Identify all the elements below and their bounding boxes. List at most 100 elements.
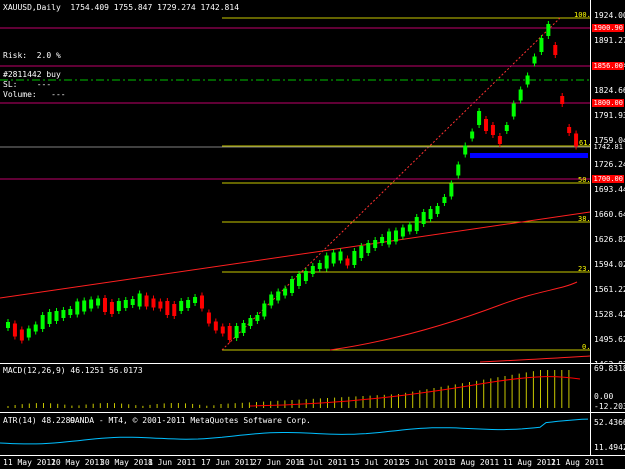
price-tick: 1528.42 [594, 309, 625, 319]
candle-body [206, 312, 211, 324]
candle-body [497, 136, 502, 144]
candle-body [525, 75, 530, 85]
candle-body [532, 56, 537, 64]
candle-body [193, 297, 198, 303]
candle-body [373, 240, 378, 248]
candle-body [12, 323, 17, 337]
volume-label: Volume: --- [3, 90, 66, 99]
candle-body [130, 299, 135, 305]
date-tick: 3 Aug 2011 [451, 458, 500, 467]
candle-body [574, 133, 579, 147]
candle-body [477, 111, 482, 125]
candle-body [511, 103, 516, 117]
candle-body [324, 255, 329, 269]
candle-body [484, 119, 489, 131]
candle-body [144, 295, 149, 307]
candle-body [546, 24, 551, 36]
macd-axis-neg: -12.2038 [594, 402, 625, 411]
support-zone [470, 153, 588, 158]
date-tick: 30 May 2011 [100, 458, 153, 467]
price-tag-current: 1742.81 [592, 143, 624, 151]
date-tick: 25 Jul 2011 [400, 458, 453, 467]
price-tick: 1791.93 [594, 110, 625, 120]
candle-body [539, 38, 544, 52]
candle-body [269, 294, 274, 306]
candle-body [414, 217, 419, 231]
candle-body [33, 324, 38, 332]
risk-label: Risk: 2.0 % [3, 51, 61, 60]
mt4-chart-window: XAUUSD,Daily 1754.409 1755.847 1729.274 … [0, 0, 625, 469]
price-tick: 1495.62 [594, 334, 625, 344]
price-pane[interactable]: XAUUSD,Daily 1754.409 1755.847 1729.274 … [0, 0, 596, 363]
candle-body [359, 246, 364, 258]
candle-body [172, 304, 177, 316]
price-axis[interactable]: 1924.001891.271858.541824.661791.931759.… [590, 0, 625, 369]
candle-body [296, 274, 301, 286]
candle-body [435, 206, 440, 214]
candle-body [89, 299, 94, 309]
candle-body [456, 164, 461, 176]
price-tick: 1693.44 [594, 185, 625, 195]
candle-body [158, 301, 163, 309]
candle-body [47, 312, 52, 324]
chart-header: XAUUSD,Daily 1754.409 1755.847 1729.274 … [3, 3, 240, 12]
candle-body [553, 45, 558, 55]
candle-body [109, 302, 114, 314]
candle-body [227, 326, 232, 340]
candle-body [151, 298, 156, 308]
date-tick: 27 Jun 2011 [252, 458, 305, 467]
sl-label: SL: --- [3, 80, 52, 89]
macd-axis: 69.8318 0.00 -12.2038 [590, 364, 625, 412]
candle-body [366, 243, 371, 253]
atr-axis: 52.4366 11.4942 [590, 413, 625, 455]
candle-body [407, 224, 412, 232]
price-tick: 1561.22 [594, 284, 625, 294]
atr-pane[interactable]: ATR(14) 48.2289 OANDA - MT4, © 2001-2011… [0, 413, 590, 455]
candle-body [421, 212, 426, 224]
date-tick: 17 Jun 2011 [201, 458, 254, 467]
candle-body [449, 183, 454, 197]
price-tick: 1726.24 [594, 160, 625, 170]
candle-body [179, 301, 184, 311]
candle-body [96, 298, 101, 306]
moving-average-long [479, 355, 590, 363]
candle-body [255, 315, 260, 321]
candle-body [248, 318, 253, 326]
price-tick: 1626.82 [594, 235, 625, 245]
date-axis[interactable]: 11 May 2011 20 May 2011 30 May 2011 8 Jun 2… [0, 455, 625, 469]
candle-body [82, 300, 87, 312]
candle-body [234, 326, 239, 338]
atr-header: ATR(14) 48.2289 [3, 416, 76, 425]
date-tick: 15 Jul 2011 [350, 458, 403, 467]
price-tick: 1824.66 [594, 85, 625, 95]
candle-body [75, 301, 80, 315]
trendline [0, 211, 590, 299]
price-tag-1856: 1856.00 [592, 62, 624, 70]
atr-axis-top: 52.4366 [594, 418, 625, 427]
candle-body [400, 227, 405, 237]
macd-histogram [7, 370, 570, 408]
candle-body [352, 251, 357, 265]
price-tag-1700: 1700.00 [592, 175, 624, 183]
candle-body [123, 300, 128, 308]
candle-body [393, 230, 398, 242]
price-tag-1900: 1900.90 [592, 24, 624, 32]
price-chart-canvas[interactable] [0, 0, 590, 363]
candle-body [338, 251, 343, 261]
macd-header: MACD(12,26,9) 46.1251 56.0173 [3, 366, 143, 375]
candle-body [116, 301, 121, 311]
candle-body [310, 266, 315, 274]
date-tick: 6 Jul 2011 [299, 458, 348, 467]
candle-body [317, 263, 322, 269]
candle-body [6, 322, 10, 328]
candle-body [19, 329, 24, 341]
macd-pane[interactable]: MACD(12,26,9) 46.1251 56.0173 [0, 364, 590, 412]
candlesticks[interactable] [6, 21, 579, 344]
candle-body [290, 279, 295, 293]
macd-axis-top: 69.8318 [594, 364, 625, 373]
order-label[interactable]: #2811442 buy [3, 70, 61, 79]
candle-body [276, 291, 281, 301]
candle-body [186, 300, 191, 308]
candle-body [567, 127, 572, 133]
candle-body [303, 271, 308, 281]
